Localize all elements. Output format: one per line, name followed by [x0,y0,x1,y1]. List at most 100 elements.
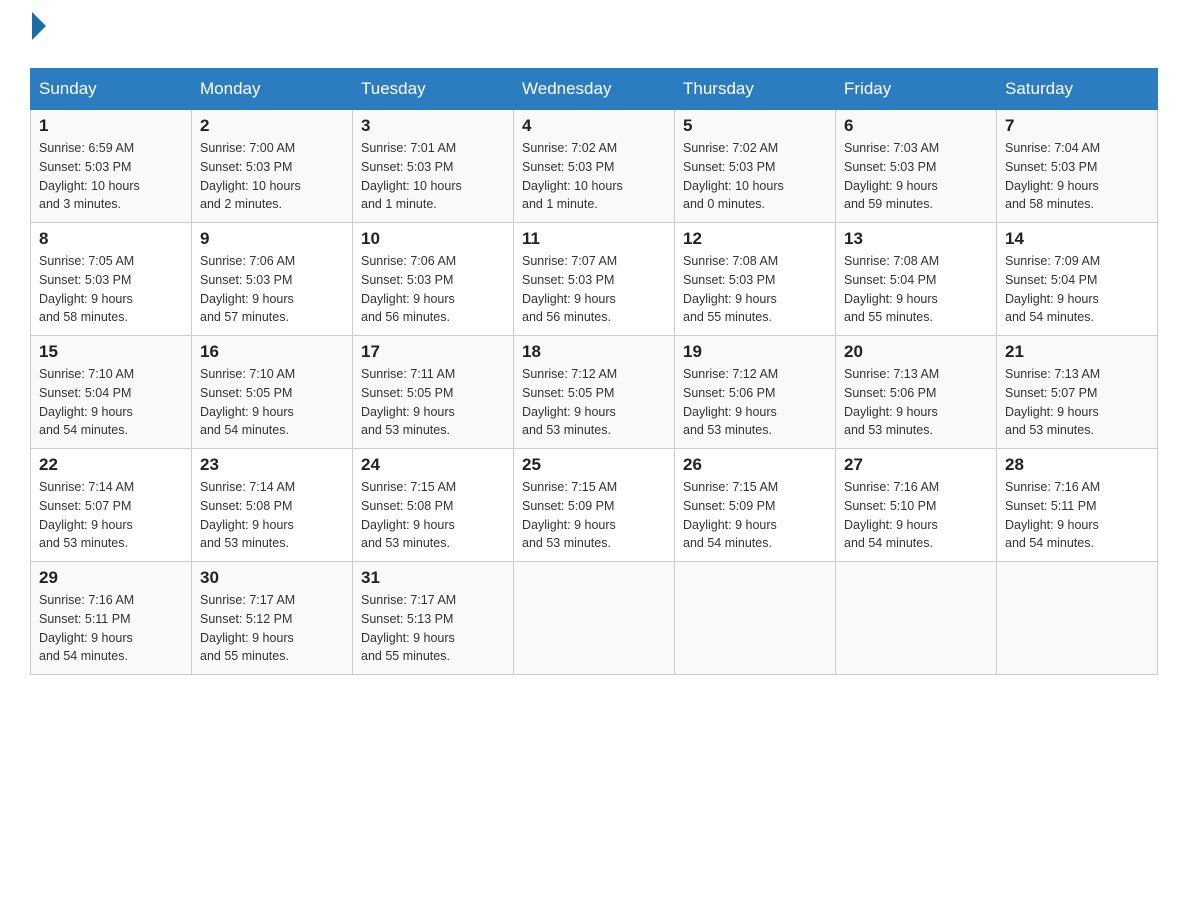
day-number: 2 [200,116,344,136]
calendar-week-row: 22 Sunrise: 7:14 AMSunset: 5:07 PMDayligh… [31,449,1158,562]
day-number: 16 [200,342,344,362]
calendar-cell: 31 Sunrise: 7:17 AMSunset: 5:13 PMDayligh… [353,562,514,675]
weekday-header-wednesday: Wednesday [514,69,675,110]
weekday-header-monday: Monday [192,69,353,110]
day-number: 10 [361,229,505,249]
day-number: 27 [844,455,988,475]
day-info: Sunrise: 7:15 AMSunset: 5:09 PMDaylight:… [683,478,827,553]
calendar-cell [675,562,836,675]
day-number: 18 [522,342,666,362]
day-info: Sunrise: 7:10 AMSunset: 5:05 PMDaylight:… [200,365,344,440]
day-number: 5 [683,116,827,136]
calendar-cell: 4Sunrise: 7:02 AMSunset: 5:03 PMDaylight… [514,110,675,223]
day-number: 20 [844,342,988,362]
day-info: Sunrise: 7:07 AMSunset: 5:03 PMDaylight:… [522,252,666,327]
day-number: 26 [683,455,827,475]
day-info: Sunrise: 7:05 AMSunset: 5:03 PMDaylight:… [39,252,183,327]
day-number: 17 [361,342,505,362]
day-info: Sunrise: 7:15 AMSunset: 5:08 PMDaylight:… [361,478,505,553]
day-info: Sunrise: 7:12 AMSunset: 5:05 PMDaylight:… [522,365,666,440]
calendar-week-row: 8 Sunrise: 7:05 AMSunset: 5:03 PMDaylight… [31,223,1158,336]
calendar-cell: 16 Sunrise: 7:10 AMSunset: 5:05 PMDayligh… [192,336,353,449]
day-info: Sunrise: 7:13 AMSunset: 5:06 PMDaylight:… [844,365,988,440]
day-number: 11 [522,229,666,249]
day-info: Sunrise: 7:08 AMSunset: 5:03 PMDaylight:… [683,252,827,327]
calendar-cell: 30Sunrise: 7:17 AMSunset: 5:12 PMDayligh… [192,562,353,675]
calendar-cell [997,562,1158,675]
day-number: 9 [200,229,344,249]
day-number: 30 [200,568,344,588]
day-info: Sunrise: 7:16 AMSunset: 5:11 PMDaylight:… [1005,478,1149,553]
calendar-cell: 21 Sunrise: 7:13 AMSunset: 5:07 PMDayligh… [997,336,1158,449]
calendar-cell: 7 Sunrise: 7:04 AMSunset: 5:03 PMDaylight… [997,110,1158,223]
calendar-cell: 26 Sunrise: 7:15 AMSunset: 5:09 PMDayligh… [675,449,836,562]
calendar-cell: 11 Sunrise: 7:07 AMSunset: 5:03 PMDayligh… [514,223,675,336]
calendar-cell: 5 Sunrise: 7:02 AMSunset: 5:03 PMDaylight… [675,110,836,223]
calendar-week-row: 1 Sunrise: 6:59 AMSunset: 5:03 PMDaylight… [31,110,1158,223]
weekday-header-sunday: Sunday [31,69,192,110]
day-number: 29 [39,568,183,588]
day-number: 1 [39,116,183,136]
day-number: 6 [844,116,988,136]
weekday-header-row: SundayMondayTuesdayWednesdayThursdayFrid… [31,69,1158,110]
calendar-cell: 20 Sunrise: 7:13 AMSunset: 5:06 PMDayligh… [836,336,997,449]
calendar-cell [514,562,675,675]
calendar-cell: 3 Sunrise: 7:01 AMSunset: 5:03 PMDaylight… [353,110,514,223]
day-info: Sunrise: 7:15 AMSunset: 5:09 PMDaylight:… [522,478,666,553]
day-number: 22 [39,455,183,475]
calendar-cell [836,562,997,675]
weekday-header-tuesday: Tuesday [353,69,514,110]
day-info: Sunrise: 7:17 AMSunset: 5:13 PMDaylight:… [361,591,505,666]
day-number: 7 [1005,116,1149,136]
day-number: 25 [522,455,666,475]
day-number: 21 [1005,342,1149,362]
calendar-cell: 1 Sunrise: 6:59 AMSunset: 5:03 PMDaylight… [31,110,192,223]
calendar-cell: 12 Sunrise: 7:08 AMSunset: 5:03 PMDayligh… [675,223,836,336]
calendar-week-row: 29 Sunrise: 7:16 AMSunset: 5:11 PMDayligh… [31,562,1158,675]
calendar-cell: 27 Sunrise: 7:16 AMSunset: 5:10 PMDayligh… [836,449,997,562]
day-info: Sunrise: 7:04 AMSunset: 5:03 PMDaylight:… [1005,139,1149,214]
day-number: 19 [683,342,827,362]
day-info: Sunrise: 7:01 AMSunset: 5:03 PMDaylight:… [361,139,505,214]
day-number: 14 [1005,229,1149,249]
day-number: 4 [522,116,666,136]
day-info: Sunrise: 7:06 AMSunset: 5:03 PMDaylight:… [361,252,505,327]
day-info: Sunrise: 7:02 AMSunset: 5:03 PMDaylight:… [683,139,827,214]
day-info: Sunrise: 7:00 AMSunset: 5:03 PMDaylight:… [200,139,344,214]
weekday-header-friday: Friday [836,69,997,110]
weekday-header-thursday: Thursday [675,69,836,110]
day-number: 13 [844,229,988,249]
day-info: Sunrise: 7:14 AMSunset: 5:07 PMDaylight:… [39,478,183,553]
calendar-week-row: 15Sunrise: 7:10 AMSunset: 5:04 PMDayligh… [31,336,1158,449]
calendar-cell: 13Sunrise: 7:08 AMSunset: 5:04 PMDayligh… [836,223,997,336]
day-number: 28 [1005,455,1149,475]
calendar-cell: 19 Sunrise: 7:12 AMSunset: 5:06 PMDayligh… [675,336,836,449]
day-number: 15 [39,342,183,362]
day-info: Sunrise: 7:13 AMSunset: 5:07 PMDaylight:… [1005,365,1149,440]
day-info: Sunrise: 7:09 AMSunset: 5:04 PMDaylight:… [1005,252,1149,327]
day-number: 31 [361,568,505,588]
calendar-cell: 23 Sunrise: 7:14 AMSunset: 5:08 PMDayligh… [192,449,353,562]
day-info: Sunrise: 7:03 AMSunset: 5:03 PMDaylight:… [844,139,988,214]
day-number: 12 [683,229,827,249]
calendar-cell: 10 Sunrise: 7:06 AMSunset: 5:03 PMDayligh… [353,223,514,336]
calendar-cell: 28 Sunrise: 7:16 AMSunset: 5:11 PMDayligh… [997,449,1158,562]
day-number: 3 [361,116,505,136]
day-info: Sunrise: 7:16 AMSunset: 5:11 PMDaylight:… [39,591,183,666]
page-header [30,20,1158,50]
calendar-cell: 18 Sunrise: 7:12 AMSunset: 5:05 PMDayligh… [514,336,675,449]
day-number: 23 [200,455,344,475]
day-info: Sunrise: 7:16 AMSunset: 5:10 PMDaylight:… [844,478,988,553]
logo-triangle-icon [32,12,46,40]
day-number: 8 [39,229,183,249]
calendar-cell: 15Sunrise: 7:10 AMSunset: 5:04 PMDayligh… [31,336,192,449]
day-info: Sunrise: 7:12 AMSunset: 5:06 PMDaylight:… [683,365,827,440]
day-info: Sunrise: 7:14 AMSunset: 5:08 PMDaylight:… [200,478,344,553]
day-number: 24 [361,455,505,475]
calendar-table: SundayMondayTuesdayWednesdayThursdayFrid… [30,68,1158,675]
calendar-cell: 22 Sunrise: 7:14 AMSunset: 5:07 PMDayligh… [31,449,192,562]
calendar-cell: 6 Sunrise: 7:03 AMSunset: 5:03 PMDaylight… [836,110,997,223]
day-info: Sunrise: 6:59 AMSunset: 5:03 PMDaylight:… [39,139,183,214]
calendar-cell: 29 Sunrise: 7:16 AMSunset: 5:11 PMDayligh… [31,562,192,675]
day-info: Sunrise: 7:11 AMSunset: 5:05 PMDaylight:… [361,365,505,440]
